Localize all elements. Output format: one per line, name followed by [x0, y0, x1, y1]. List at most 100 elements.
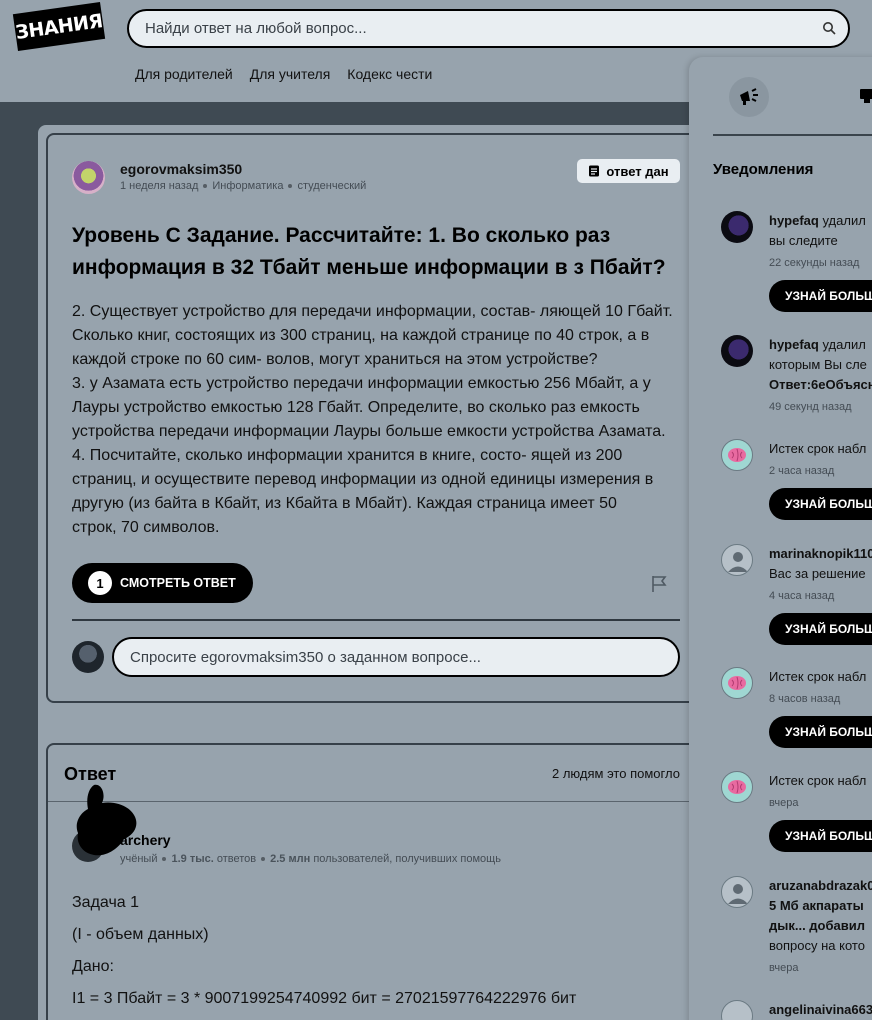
default-avatar	[721, 544, 753, 576]
ask-author-field[interactable]	[112, 637, 680, 677]
notification-item[interactable]: angelinaivina663	[721, 1000, 872, 1020]
learn-more-button[interactable]: УЗНАЙ БОЛЬШЕ	[769, 280, 872, 312]
author-rank: учёный	[120, 853, 158, 865]
default-avatar	[721, 1000, 753, 1020]
answer-line: (I - объем данных)	[72, 926, 209, 943]
divider	[72, 619, 680, 621]
separator-dot	[203, 184, 208, 188]
question-title: Уровень С Задание. Рассчитайте: 1. Во ск…	[72, 224, 666, 279]
avatar	[721, 335, 753, 367]
notifications-tab[interactable]	[729, 77, 769, 117]
notification-item[interactable]: marinaknopik110 Вас за решение 4 часа наз…	[721, 544, 872, 645]
search-icon[interactable]	[822, 21, 836, 35]
megaphone-icon	[740, 88, 758, 105]
notification-text: aruzanabdrazak0 5 Мб акпараты дык... добав…	[769, 878, 872, 953]
notification-text: hypefaq удалил которым Вы сле Ответ:6еОбъя…	[769, 337, 872, 392]
ask-author-input[interactable]	[130, 648, 650, 666]
answers-word: ответов	[216, 853, 257, 865]
brainly-logo[interactable]: ЗНАНИЯ	[12, 2, 106, 51]
learn-more-button[interactable]: УЗНАЙ БОЛЬШЕ	[769, 820, 872, 852]
author-answers-stat: 1.9 тыс. ответов	[171, 853, 256, 865]
search-input[interactable]	[145, 20, 785, 37]
notification-item[interactable]: Истек срок набл 8 часов назад УЗНАЙ БОЛЬ…	[721, 667, 872, 748]
top-nav: Для родителей Для учителя Кодекс чести	[135, 66, 432, 82]
question-body-line: 2. Существует устройство для передачи ин…	[72, 303, 673, 320]
current-user-avatar[interactable]	[72, 641, 104, 673]
answer-author-meta: учёный 1.9 тыс. ответов 2.5 млн пользова…	[120, 853, 501, 865]
nav-honor-code[interactable]: Кодекс чести	[347, 66, 432, 82]
question-body-line: страниц, и осуществите перевод информаци…	[72, 471, 654, 488]
separator-dot	[261, 857, 266, 861]
answer-line: I1 = 3 Пбайт = 3 * 9007199254740992 бит …	[72, 990, 577, 1007]
answer-author-name[interactable]: archery	[120, 832, 171, 848]
question-subject[interactable]: Информатика	[212, 180, 283, 192]
question-body-line: 4. Посчитайте, сколько информации хранит…	[72, 447, 623, 464]
notification-item[interactable]: Истек срок набл 2 часа назад УЗНАЙ БОЛЬШ…	[721, 439, 872, 520]
question-body-line: Сколько книг, состоящих из 300 страниц, …	[72, 327, 650, 344]
user-icon	[728, 552, 748, 572]
notification-time: 22 секунды назад	[769, 257, 860, 269]
question-body-line: строк, 70 символов.	[72, 519, 220, 536]
notification-text: Истек срок набл	[769, 669, 867, 684]
answers-number: 1.9 тыс.	[171, 853, 214, 865]
question-time: 1 неделя назад	[120, 180, 199, 192]
learn-more-button[interactable]: УЗНАЙ БОЛЬШЕ	[769, 716, 872, 748]
nav-teachers[interactable]: Для учителя	[250, 66, 331, 82]
see-answer-label: СМОТРЕТЬ ОТВЕТ	[120, 576, 236, 590]
question-body-line: каждой строке по 60 сим- волов, могут хр…	[72, 351, 598, 368]
search-bar[interactable]	[127, 9, 850, 48]
learn-more-button[interactable]: УЗНАЙ БОЛЬШЕ	[769, 613, 872, 645]
answered-badge-label: ответ дан	[606, 163, 669, 179]
document-icon	[589, 165, 600, 177]
question-body-line: устройства передачи информации Лауры бол…	[72, 423, 666, 440]
separator-dot	[288, 184, 293, 188]
notifications-title: Уведомления	[713, 161, 814, 178]
question-author-avatar[interactable]	[72, 161, 105, 194]
answered-badge: ответ дан	[577, 159, 680, 183]
default-avatar	[721, 876, 753, 908]
answer-line: Задача 1	[72, 894, 140, 911]
notification-time: 8 часов назад	[769, 693, 841, 705]
divider	[48, 801, 708, 802]
question-meta: 1 неделя назад Информатика студенческий	[120, 180, 366, 192]
notification-item[interactable]: aruzanabdrazak0 5 Мб акпараты дык... добав…	[721, 876, 872, 976]
notification-item[interactable]: hypefaq удалил вы следите 22 секунды наза…	[721, 211, 872, 312]
question-body-line: 3. у Азамата есть устройство передачи ин…	[72, 375, 651, 392]
notification-item[interactable]: Истек срок набл вчера УЗНАЙ БОЛЬШЕ	[721, 771, 872, 852]
notification-text: hypefaq удалил вы следите	[769, 213, 866, 248]
answer-heading: Ответ	[64, 764, 117, 784]
answer-line: Дано:	[72, 958, 114, 975]
helped-word: пользователей, получивших помощь	[313, 853, 501, 865]
brain-icon	[728, 448, 746, 462]
flag-icon[interactable]	[651, 575, 669, 593]
brain-icon	[728, 780, 746, 794]
author-helped-stat: 2.5 млн пользователей, получивших помощь	[270, 853, 501, 865]
avatar	[721, 211, 753, 243]
answer-body: Задача 1 (I - объем данных) Дано: I1 = 3…	[72, 894, 576, 1020]
messages-icon[interactable]	[859, 87, 872, 105]
answers-count: 1	[88, 571, 112, 595]
nav-parents[interactable]: Для родителей	[135, 66, 233, 82]
question-body: 2. Существует устройство для передачи ин…	[72, 300, 684, 540]
notification-time: 4 часа назад	[769, 590, 835, 602]
question-level: студенческий	[297, 180, 367, 192]
brain-avatar	[721, 439, 753, 471]
helped-number: 2.5 млн	[270, 853, 311, 865]
helped-count: 2 людям это помогло	[552, 766, 680, 781]
notification-text: Истек срок набл	[769, 441, 867, 456]
notification-text: angelinaivina663	[769, 1002, 872, 1017]
panel-divider	[713, 134, 872, 136]
question-author-name[interactable]: egorovmaksim350	[120, 161, 242, 177]
redaction-scribble	[76, 784, 137, 856]
user-icon	[728, 884, 748, 904]
notification-time: вчера	[769, 797, 799, 809]
notification-text: Истек срок набл	[769, 773, 867, 788]
question-body-line: другую (из байта в Кбайт, из Кбайта в Мб…	[72, 495, 617, 512]
brain-avatar	[721, 771, 753, 803]
notification-time: 49 секунд назад	[769, 401, 852, 413]
learn-more-button[interactable]: УЗНАЙ БОЛЬШЕ	[769, 488, 872, 520]
notification-time: вчера	[769, 962, 799, 974]
brain-icon	[728, 676, 746, 690]
see-answer-button[interactable]: 1 СМОТРЕТЬ ОТВЕТ	[72, 563, 253, 603]
notification-item[interactable]: hypefaq удалил которым Вы сле Ответ:6еОбъя…	[721, 335, 872, 415]
